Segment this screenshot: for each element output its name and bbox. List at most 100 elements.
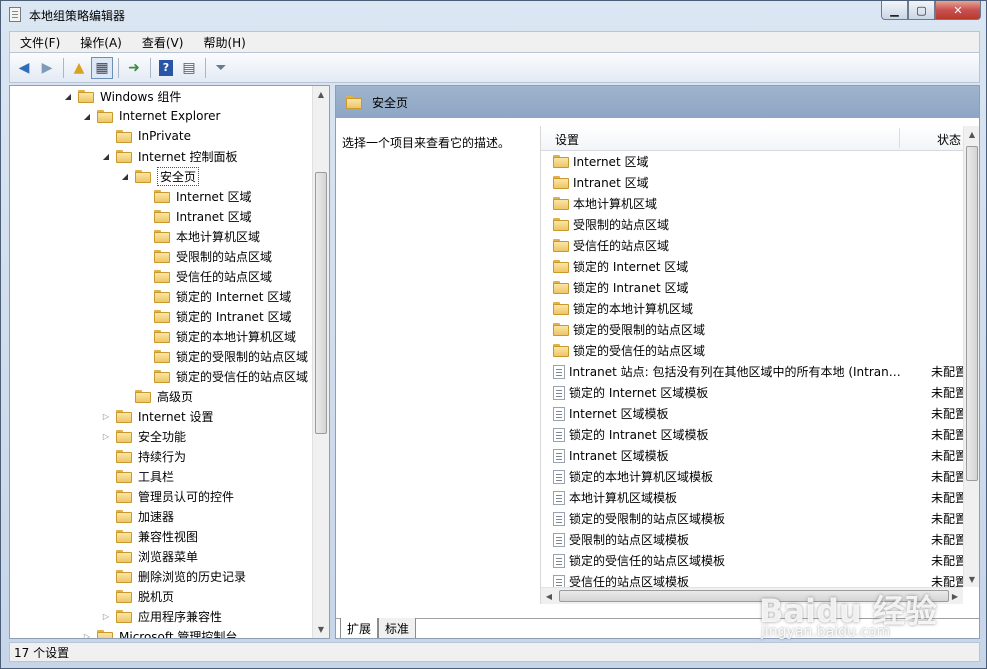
list-item[interactable]: 本地计算机区域模板 未配置 xyxy=(541,487,963,508)
list-item[interactable]: 锁定的 Intranet 区域 xyxy=(541,277,963,298)
tree-node[interactable]: 受限制的站点区域 xyxy=(138,246,272,266)
list-item[interactable]: 锁定的受信任的站点区域 xyxy=(541,340,963,361)
list-item[interactable]: 锁定的 Internet 区域 xyxy=(541,256,963,277)
filter-icon[interactable]: ⏷ xyxy=(210,57,232,79)
list-vertical-scrollbar[interactable]: ▲ ▼ xyxy=(963,126,979,587)
properties-icon[interactable]: ▤ xyxy=(178,57,200,79)
maximize-button[interactable]: ▢ xyxy=(908,1,935,20)
column-header-setting[interactable]: 设置 xyxy=(555,131,579,148)
list-item[interactable]: Internet 区域 xyxy=(541,151,963,172)
forward-icon[interactable]: ▶ xyxy=(36,57,58,79)
collapse-arrow-icon[interactable]: ◢ xyxy=(62,92,74,101)
column-divider[interactable] xyxy=(899,128,900,148)
show-hide-tree-icon[interactable]: ▦ xyxy=(91,56,113,79)
scroll-right-icon[interactable]: ▶ xyxy=(947,588,963,604)
tree-node[interactable]: ▷ 应用程序兼容性 xyxy=(100,606,222,626)
back-icon[interactable]: ◀ xyxy=(13,57,35,79)
list-item[interactable]: 本地计算机区域 xyxy=(541,193,963,214)
scroll-left-icon[interactable]: ◀ xyxy=(541,588,557,604)
tree-node[interactable]: ▷ 安全功能 xyxy=(100,426,186,446)
toolbar-divider xyxy=(63,57,64,78)
help-icon[interactable]: ? xyxy=(155,57,177,79)
menu-action[interactable]: 操作(A) xyxy=(70,34,132,51)
tree-node[interactable]: ▷ Microsoft 管理控制台 xyxy=(81,626,237,639)
scroll-down-icon[interactable]: ▼ xyxy=(313,621,329,638)
list-item[interactable]: 锁定的本地计算机区域 xyxy=(541,298,963,319)
tree-node[interactable]: 兼容性视图 xyxy=(100,526,198,546)
tree-node[interactable]: 加速器 xyxy=(100,506,174,526)
tree-node[interactable]: 高级页 xyxy=(119,386,193,406)
expand-arrow-icon[interactable]: ▷ xyxy=(81,632,93,639)
list-item[interactable]: 锁定的 Internet 区域模板 未配置 xyxy=(541,382,963,403)
export-list-icon[interactable]: ➜ xyxy=(123,57,145,79)
tree-vertical-scrollbar[interactable]: ▲ ▼ xyxy=(312,86,329,638)
tree-node[interactable]: 脱机页 xyxy=(100,586,174,606)
list-item[interactable]: 锁定的受信任的站点区域模板 未配置 xyxy=(541,550,963,571)
collapse-arrow-icon[interactable]: ◢ xyxy=(119,172,131,181)
tree-node[interactable]: 浏览器菜单 xyxy=(100,546,198,566)
tree-node[interactable]: ◢ Windows 组件 xyxy=(62,86,181,106)
scroll-thumb[interactable] xyxy=(315,172,327,434)
folder-icon xyxy=(553,218,569,231)
tree-node[interactable]: 锁定的 Internet 区域 xyxy=(138,286,291,306)
list-item[interactable]: 受限制的站点区域 xyxy=(541,214,963,235)
collapse-arrow-icon[interactable]: ◢ xyxy=(81,112,93,121)
policy-setting-icon xyxy=(553,427,565,442)
list-item[interactable]: Internet 区域模板 未配置 xyxy=(541,403,963,424)
tree-node[interactable]: 工具栏 xyxy=(100,466,174,486)
expand-arrow-icon[interactable]: ▷ xyxy=(100,612,112,621)
list-item[interactable]: 受限制的站点区域模板 未配置 xyxy=(541,529,963,550)
tree-node[interactable]: InPrivate xyxy=(100,126,191,146)
expand-arrow-icon[interactable]: ▷ xyxy=(100,412,112,421)
scroll-thumb[interactable] xyxy=(966,146,978,481)
policy-setting-icon xyxy=(553,511,565,526)
list-item-state: 未配置 xyxy=(931,470,963,484)
tree-node[interactable]: ▷ Internet 设置 xyxy=(100,406,213,426)
tree-node[interactable]: 管理员认可的控件 xyxy=(100,486,234,506)
list-item[interactable]: 锁定的受限制的站点区域模板 未配置 xyxy=(541,508,963,529)
scroll-up-icon[interactable]: ▲ xyxy=(964,126,979,142)
collapse-arrow-icon[interactable]: ◢ xyxy=(100,152,112,161)
menu-help[interactable]: 帮助(H) xyxy=(193,34,255,51)
tree-node[interactable]: Intranet 区域 xyxy=(138,206,252,226)
scroll-up-icon[interactable]: ▲ xyxy=(313,86,329,103)
tree-node[interactable]: 受信任的站点区域 xyxy=(138,266,272,286)
menu-file[interactable]: 文件(F) xyxy=(10,34,70,51)
tree-node-label: 锁定的受信任的站点区域 xyxy=(176,369,309,384)
tree-node[interactable]: ◢ Internet 控制面板 xyxy=(100,146,237,166)
list-item[interactable]: 锁定的本地计算机区域模板 未配置 xyxy=(541,466,963,487)
tree-node[interactable]: 本地计算机区域 xyxy=(138,226,260,246)
close-button[interactable]: ✕ xyxy=(935,1,981,20)
tree-node[interactable]: 持续行为 xyxy=(100,446,186,466)
column-header-state[interactable]: 状态 xyxy=(937,131,961,148)
list-item[interactable]: 锁定的受限制的站点区域 xyxy=(541,319,963,340)
list-item[interactable]: Intranet 区域模板 未配置 xyxy=(541,445,963,466)
tree-node[interactable]: ◢ 安全页 xyxy=(119,166,200,186)
tab-standard[interactable]: 标准 xyxy=(378,618,417,638)
tree-node[interactable]: 锁定的 Intranet 区域 xyxy=(138,306,291,326)
up-folder-icon[interactable]: ▲ xyxy=(68,57,90,79)
list-item[interactable]: 受信任的站点区域模板 未配置 xyxy=(541,571,963,587)
tree-node[interactable]: ◢ Internet Explorer xyxy=(81,106,221,126)
list-item[interactable]: 受信任的站点区域 xyxy=(541,235,963,256)
folder-icon xyxy=(346,95,362,109)
scroll-down-icon[interactable]: ▼ xyxy=(964,571,979,587)
list-item[interactable]: Intranet 区域 xyxy=(541,172,963,193)
tab-extended[interactable]: 扩展 xyxy=(340,618,379,638)
tree-node[interactable]: 锁定的受信任的站点区域 xyxy=(138,366,308,386)
folder-icon xyxy=(154,289,170,303)
tree-node[interactable]: 锁定的受限制的站点区域 xyxy=(138,346,308,366)
folder-icon xyxy=(116,449,132,463)
tree-node[interactable]: Internet 区域 xyxy=(138,186,251,206)
minimize-button[interactable]: ▁ xyxy=(881,1,908,20)
tree-node[interactable]: 锁定的本地计算机区域 xyxy=(138,326,296,346)
menu-view[interactable]: 查看(V) xyxy=(132,34,194,51)
list-item[interactable]: Intranet 站点: 包括没有列在其他区域中的所有本地 (Intran… 未配… xyxy=(541,361,963,382)
tree-node-label: Internet 控制面板 xyxy=(138,149,238,164)
list-item[interactable]: 锁定的 Intranet 区域模板 未配置 xyxy=(541,424,963,445)
tree-node[interactable]: 删除浏览的历史记录 xyxy=(100,566,246,586)
tree-node-label: Windows 组件 xyxy=(100,89,182,104)
title-bar[interactable]: 本地组策略编辑器 ▁ ▢ ✕ xyxy=(1,1,986,29)
expand-arrow-icon[interactable]: ▷ xyxy=(100,432,112,441)
folder-icon xyxy=(116,489,132,503)
